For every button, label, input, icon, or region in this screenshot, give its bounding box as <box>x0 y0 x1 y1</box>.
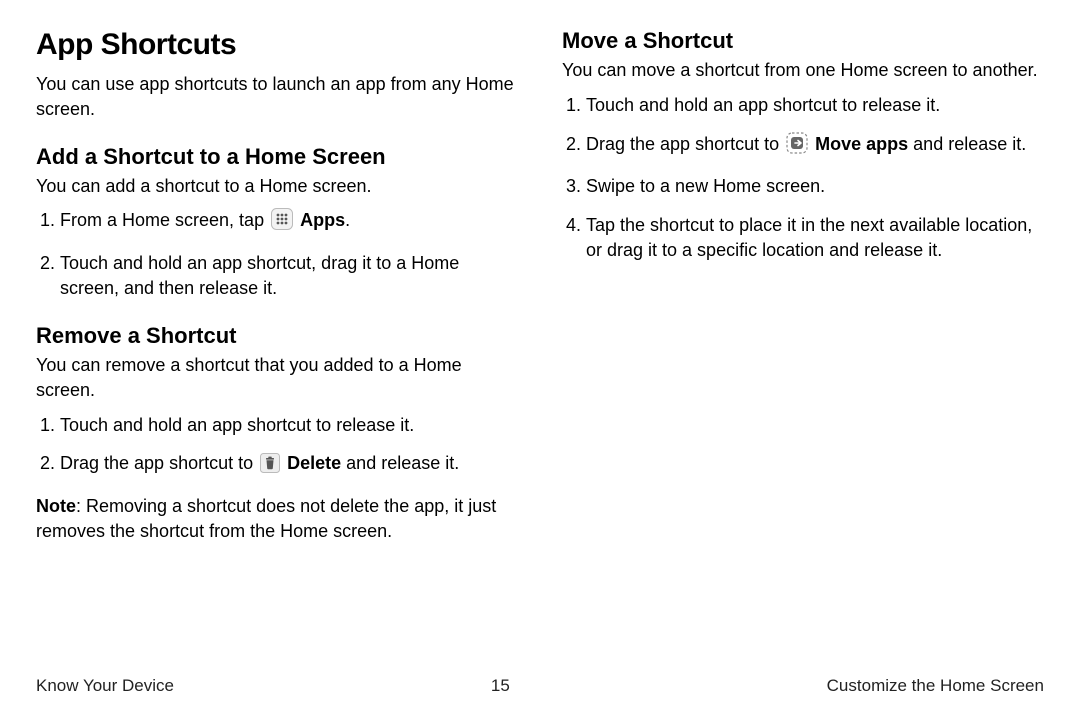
note-label: Note <box>36 496 76 516</box>
page-title: App Shortcuts <box>36 28 518 62</box>
move-intro: You can move a shortcut from one Home sc… <box>562 58 1044 83</box>
footer-left: Know Your Device <box>36 676 174 696</box>
remove-note: Note: Removing a shortcut does not delet… <box>36 494 518 544</box>
list-item: Touch and hold an app shortcut to releas… <box>586 93 1044 118</box>
step-text: . <box>345 210 350 230</box>
add-intro: You can add a shortcut to a Home screen. <box>36 174 518 199</box>
apps-grid-icon <box>271 208 293 237</box>
footer-right: Customize the Home Screen <box>827 676 1044 696</box>
remove-steps: Touch and hold an app shortcut to releas… <box>36 413 518 481</box>
add-steps: From a Home screen, tap Apps. Touch and … <box>36 208 518 300</box>
list-item: Drag the app shortcut to Move apps and r… <box>586 132 1044 161</box>
remove-intro: You can remove a shortcut that you added… <box>36 353 518 403</box>
page-body: App Shortcuts You can use app shortcuts … <box>0 0 1080 640</box>
list-item: Touch and hold an app shortcut to releas… <box>60 413 518 438</box>
step-text: Drag the app shortcut to <box>60 453 258 473</box>
list-item: Drag the app shortcut to Delete and rele… <box>60 451 518 480</box>
page-number: 15 <box>491 676 510 696</box>
heading-move-shortcut: Move a Shortcut <box>562 28 1044 54</box>
list-item: From a Home screen, tap Apps. <box>60 208 518 237</box>
step-text: From a Home screen, tap <box>60 210 269 230</box>
apps-label: Apps <box>300 210 345 230</box>
step-text: and release it. <box>341 453 459 473</box>
move-apps-icon <box>786 132 808 161</box>
list-item: Tap the shortcut to place it in the next… <box>586 213 1044 263</box>
note-body: : Removing a shortcut does not delete th… <box>36 496 496 541</box>
move-apps-label: Move apps <box>815 134 908 154</box>
list-item: Touch and hold an app shortcut, drag it … <box>60 251 518 301</box>
heading-add-shortcut: Add a Shortcut to a Home Screen <box>36 144 518 170</box>
trash-icon <box>260 453 280 480</box>
page-footer: Know Your Device 15 Customize the Home S… <box>36 676 1044 696</box>
intro-text: You can use app shortcuts to launch an a… <box>36 72 518 122</box>
step-text: Drag the app shortcut to <box>586 134 784 154</box>
move-steps: Touch and hold an app shortcut to releas… <box>562 93 1044 263</box>
list-item: Swipe to a new Home screen. <box>586 174 1044 199</box>
delete-label: Delete <box>287 453 341 473</box>
step-text: and release it. <box>908 134 1026 154</box>
heading-remove-shortcut: Remove a Shortcut <box>36 323 518 349</box>
